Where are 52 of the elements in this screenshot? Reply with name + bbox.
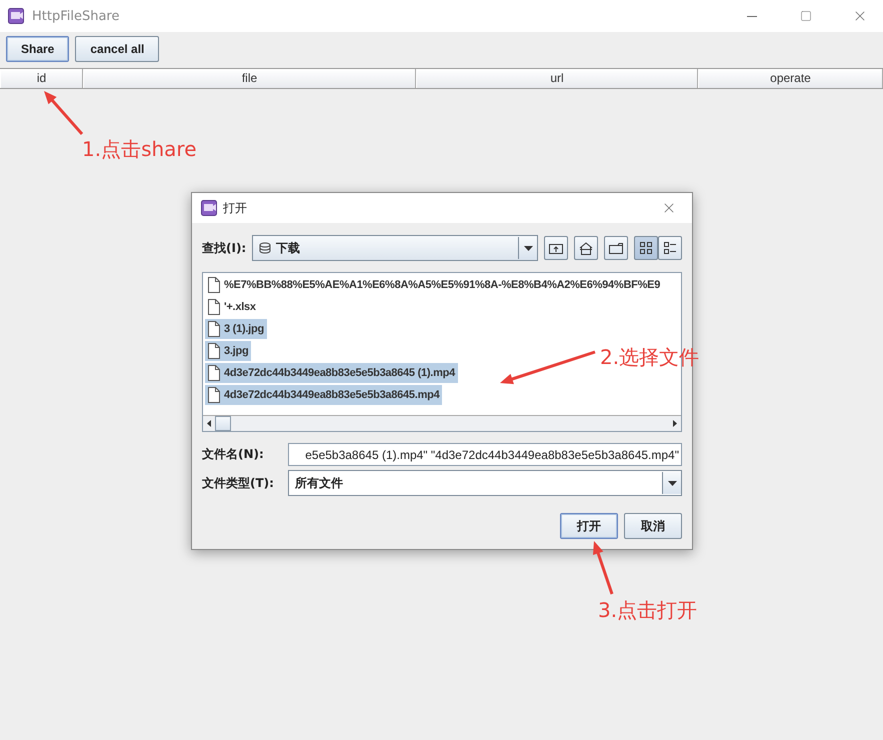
window-title: HttpFileShare <box>32 8 120 24</box>
annotation-arrow <box>44 91 84 135</box>
file-name-label: 文件名(N): <box>202 446 265 463</box>
column-header[interactable]: url <box>416 69 698 88</box>
file-icon <box>208 365 220 381</box>
scroll-thumb[interactable] <box>215 416 231 431</box>
dialog-button[interactable]: 取消 <box>624 513 682 539</box>
file-item[interactable]: %E7%BB%88%E5%AE%A1%E6%8A%A5%E5%91%8A-%E8%B4%A2%E6%94%BF%E9 <box>205 275 664 295</box>
dialog-icon <box>201 200 217 216</box>
annotation-arrow <box>592 541 614 594</box>
file-type-label: 文件类型(T): <box>202 474 275 492</box>
file-name-field[interactable]: e5e5b3a8645 (1).mp4" "4d3e72dc44b3449ea8b83e5e5b3a8645.mp4" <box>288 443 682 466</box>
file-type-value: 所有文件 <box>295 474 343 492</box>
dialog-title: 打开 <box>223 200 248 216</box>
look-in-value: 下载 <box>276 240 300 256</box>
maximize-icon <box>800 10 812 22</box>
file-icon <box>208 277 220 293</box>
file-item[interactable]: 3 (1).jpg <box>205 319 267 339</box>
look-in-label: 查找(I): <box>202 240 246 256</box>
file-item[interactable]: '+.xlsx <box>205 297 259 317</box>
view-toggle[interactable] <box>658 236 682 260</box>
file-type-dropdown[interactable]: 所有文件 <box>288 470 682 496</box>
toolbar-button[interactable]: cancel all <box>75 36 160 62</box>
file-icon <box>208 299 220 315</box>
dialog-button[interactable]: 打开 <box>560 513 618 539</box>
horizontal-scrollbar[interactable] <box>203 415 681 431</box>
column-header[interactable]: operate <box>698 69 883 88</box>
view-toggle[interactable] <box>634 236 658 260</box>
list-view-icon <box>639 241 653 255</box>
caret-icon <box>668 480 676 486</box>
look-in-dropdown[interactable]: 下载 <box>252 235 538 261</box>
up-folder-button[interactable] <box>544 236 568 260</box>
file-icon <box>208 387 220 403</box>
home-button[interactable] <box>574 236 598 260</box>
file-icon <box>208 343 220 359</box>
toolbar-button[interactable]: Share <box>6 36 70 62</box>
folder-icon <box>609 242 623 254</box>
column-header[interactable]: file <box>83 69 416 88</box>
file-item[interactable]: 4d3e72dc44b3449ea8b83e5e5b3a8645.mp4 <box>205 385 442 405</box>
home-icon <box>579 242 593 254</box>
caret-icon <box>524 246 532 250</box>
file-icon <box>208 321 220 337</box>
up-folder-icon <box>549 242 563 254</box>
annotation-note: 3.点击打开 <box>598 597 698 624</box>
annotation-note: 1.点击share <box>82 136 197 163</box>
file-item[interactable]: 4d3e72dc44b3449ea8b83e5e5b3a8645 (1).mp4 <box>205 363 458 383</box>
new-folder-button[interactable] <box>604 236 628 260</box>
file-item[interactable]: 3.jpg <box>205 341 252 361</box>
drive-icon <box>259 242 272 254</box>
column-header[interactable]: id <box>0 69 83 88</box>
details-view-icon <box>663 241 677 255</box>
app-icon <box>8 8 24 24</box>
